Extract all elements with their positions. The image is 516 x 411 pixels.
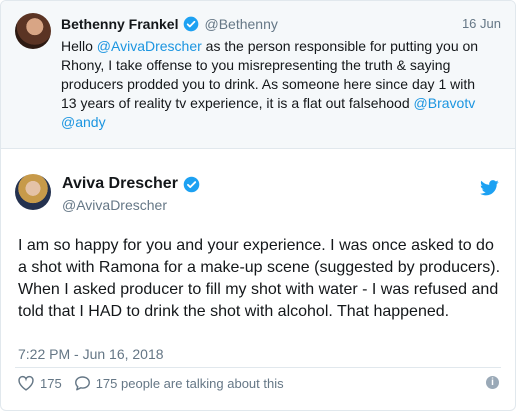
quoted-tweet-text: Hello @AvivaDrescher as the person respo… bbox=[61, 37, 493, 132]
quoted-author-handle[interactable]: @Bethenny bbox=[204, 16, 277, 32]
author-handle[interactable]: @AvivaDrescher bbox=[62, 197, 167, 213]
bethenny-avatar[interactable] bbox=[15, 13, 51, 49]
twitter-bird-icon[interactable] bbox=[480, 180, 499, 196]
heart-icon[interactable] bbox=[17, 375, 35, 391]
quoted-tweet-date[interactable]: 16 Jun bbox=[462, 16, 501, 31]
speech-bubble-icon[interactable] bbox=[74, 375, 91, 391]
quoted-tweet-header: Bethenny Frankel @Bethenny bbox=[61, 15, 278, 33]
quoted-tweet[interactable]: Bethenny Frankel @Bethenny 16 Jun Hello … bbox=[1, 1, 515, 149]
quoted-author-name[interactable]: Bethenny Frankel bbox=[61, 16, 178, 32]
tweet-text: I am so happy for you and your experienc… bbox=[18, 237, 501, 320]
mention-link-avivadrescher[interactable]: @AvivaDrescher bbox=[97, 38, 202, 54]
tweet-timestamp[interactable]: 7:22 PM - Jun 16, 2018 bbox=[18, 346, 164, 362]
mention-link-andy[interactable]: @andy bbox=[61, 114, 106, 130]
tweet-author[interactable]: Aviva Drescher bbox=[62, 175, 200, 193]
aviva-avatar[interactable] bbox=[15, 174, 51, 210]
verified-badge-icon bbox=[183, 176, 200, 192]
author-name[interactable]: Aviva Drescher bbox=[62, 175, 178, 193]
like-count[interactable]: 175 bbox=[40, 376, 62, 391]
verified-badge-icon bbox=[184, 16, 199, 32]
tweet-actions: 175 175 people are talking about this bbox=[17, 375, 284, 391]
mention-link-bravotv[interactable]: @Bravotv bbox=[414, 95, 476, 111]
tweet-embed-card: Bethenny Frankel @Bethenny 16 Jun Hello … bbox=[0, 0, 516, 411]
quoted-text-greeting: Hello bbox=[61, 38, 97, 54]
divider bbox=[15, 367, 501, 368]
info-icon[interactable]: i bbox=[486, 376, 499, 389]
conversation-link[interactable]: 175 people are talking about this bbox=[96, 376, 284, 391]
